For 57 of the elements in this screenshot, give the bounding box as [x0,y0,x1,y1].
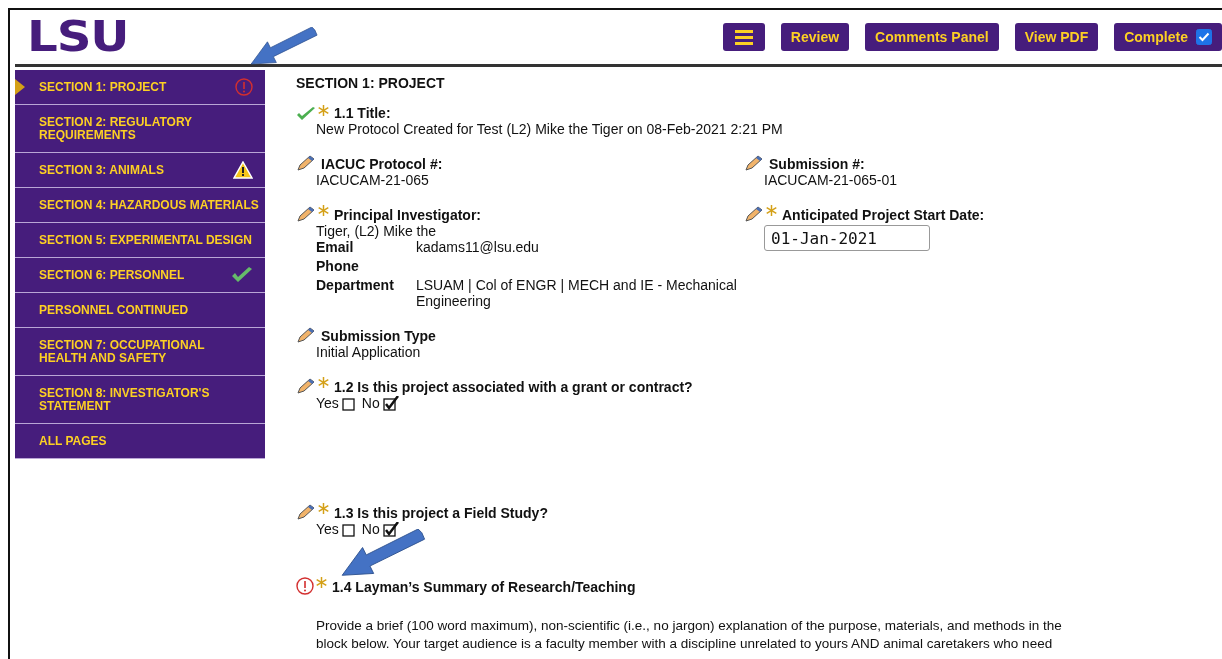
field-label: Submission #: [769,156,865,172]
pencil-icon[interactable] [296,205,316,223]
field-label: 1.1 Title: [334,105,391,121]
option-label: No [361,521,380,537]
field-label: 1.3 Is this project a Field Study? [334,505,548,521]
lsu-logo: LSU [27,16,129,58]
field-value: New Protocol Created for Test (L2) Mike the Tiger on 08-Feb-2021 2:21 PM [316,121,783,137]
field-label: IACUC Protocol #: [321,156,443,172]
option-label: Yes [316,521,339,537]
sidebar-item[interactable]: PERSONNEL CONTINUED [15,293,265,328]
field-label: Principal Investigator: [334,207,482,223]
sidebar-item[interactable]: SECTION 5: EXPERIMENTAL DESIGN [15,223,265,258]
sidebar-item[interactable]: ALL PAGES [15,424,265,459]
option-label: No [361,395,380,411]
checkbox[interactable] [1196,29,1212,45]
complete-toggle[interactable]: Complete [1114,23,1222,51]
detail-label: Email [316,239,355,255]
field-label: Anticipated Project Start Date: [782,207,985,223]
checkbox[interactable] [382,395,400,411]
instruction-paragraph: Provide a brief (100 word maximum), non-scientific (i.e., no jargon) explanation of the purpose, materials, and methods in the block below. Your target audience is a faculty member with a discipline unrelated to yours AND animal caretakers who need [316,617,1062,653]
menu-button[interactable] [722,23,765,51]
field-label: 1.4 Layman’s Summary of Research/Teaching [332,579,636,595]
field-label: Submission Type [321,328,436,344]
field-value: Tiger, (L2) Mike the [316,223,438,239]
warning-icon [233,161,253,179]
field-value: IACUCAM-21-065-01 [764,172,898,188]
pencil-icon[interactable] [744,154,764,172]
exclamation-icon [235,78,253,96]
sidebar-item[interactable]: SECTION 8: INVESTIGATOR'S STATEMENT [15,376,265,424]
pencil-icon[interactable] [744,205,764,223]
checkmark-icon [296,107,316,121]
detail-value: LSUAM | Col of ENGR | MECH and IE - Mechanical Engineering [416,277,738,309]
field-value: IACUCAM-21-065 [316,172,430,188]
pencil-icon[interactable] [296,326,316,344]
toolbar-button[interactable]: Comments Panel [865,23,999,51]
pencil-icon[interactable] [296,503,316,521]
checkmark-icon [231,267,253,283]
toolbar-button[interactable]: Review [780,23,850,51]
pencil-icon[interactable] [296,377,316,395]
date-input[interactable]: 01-Jan-2021 [764,225,930,251]
checkbox[interactable] [382,521,400,537]
field-label: 1.2 Is this project associated with a grant or contract? [334,379,693,395]
detail-value: kadams11@lsu.edu [416,239,540,255]
sidebar-item[interactable]: SECTION 4: HAZARDOUS MATERIALS [15,188,265,223]
option-label: Yes [316,395,339,411]
field-value: Initial Application [316,344,422,360]
sidebar-item[interactable]: SECTION 3: ANIMALS [15,153,265,188]
section-heading: SECTION 1: PROJECT [296,75,446,91]
toolbar-button[interactable]: View PDF [1014,23,1099,51]
pencil-icon[interactable] [296,154,316,172]
sidebar-item[interactable]: SECTION 2: REGULATORY REQUIREMENTS [15,105,265,153]
sidebar-item[interactable]: SECTION 6: PERSONNEL [15,258,265,293]
exclamation-icon [296,577,314,595]
menu-icon [734,29,753,45]
detail-label: Department [316,277,395,295]
detail-label: Phone [316,258,360,274]
sidebar-item[interactable]: SECTION 7: OCCUPATIONAL HEALTH AND SAFETY [15,328,265,376]
